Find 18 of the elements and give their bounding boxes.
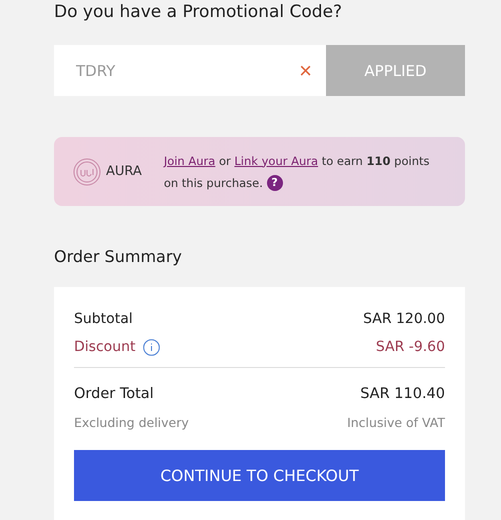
summary-label: Discount [74, 339, 136, 355]
info-icon[interactable] [143, 338, 160, 356]
summary-label: Subtotal [74, 311, 133, 327]
summary-value: SAR 120.00 [363, 311, 445, 327]
total-label: Order Total [74, 386, 154, 402]
aura-brand: AURA [106, 164, 142, 179]
summary-value: SAR -9.60 [376, 339, 445, 355]
delivery-note: Excluding delivery [74, 414, 189, 430]
aura-message: Join Aura or Link your Aura to earn 110 points on this purchase. ? [164, 152, 430, 194]
help-icon[interactable]: ? [266, 175, 283, 192]
checkout-button[interactable]: CONTINUE TO CHECKOUT [74, 450, 445, 501]
promo-heading: Do you have a Promotional Code? [54, 1, 344, 23]
summary-title: Order Summary [54, 246, 183, 268]
join-link[interactable]: Join Aura [164, 154, 216, 168]
vat-note: Inclusive of VAT [347, 414, 445, 430]
link-account-link[interactable]: Link your Aura [234, 154, 318, 168]
total-value: SAR 110.40 [360, 386, 445, 402]
aura-logo-icon [72, 156, 102, 186]
